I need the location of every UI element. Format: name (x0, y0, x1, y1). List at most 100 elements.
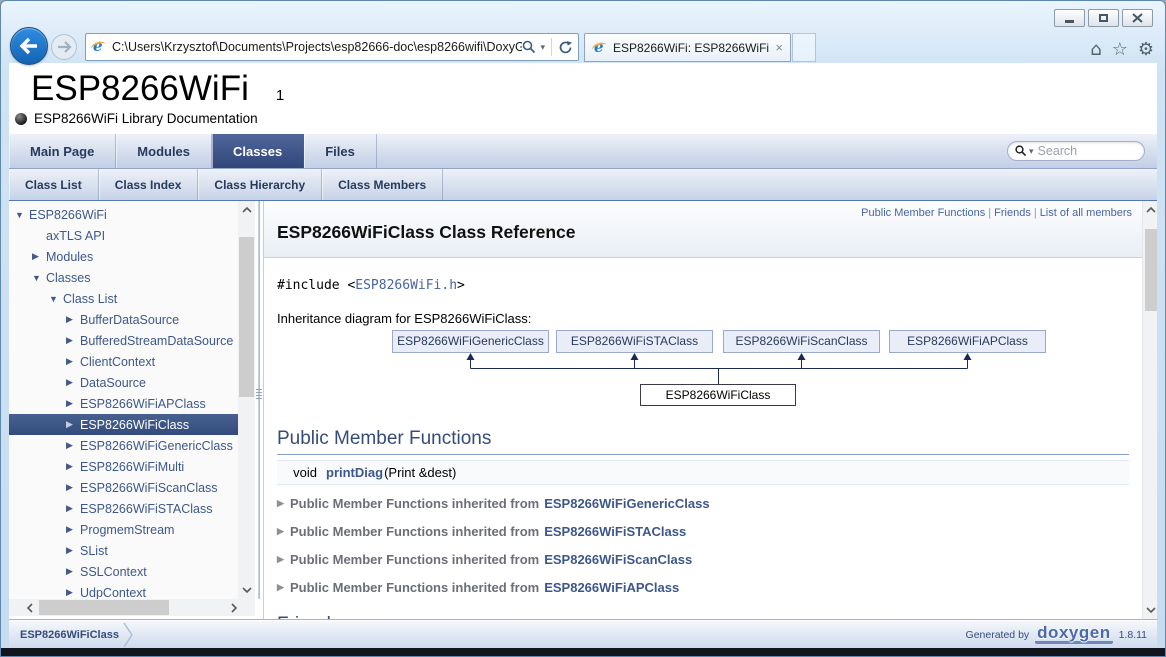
tab-modules[interactable]: Modules (116, 134, 212, 168)
subtab-class-members[interactable]: Class Members (322, 169, 443, 200)
search-icon[interactable] (522, 40, 536, 54)
diagram-node-esp8266wifistaclass[interactable]: ESP8266WiFiSTAClass (556, 330, 713, 353)
tree-item-esp8266wifiscanclass[interactable]: ▶ESP8266WiFiScanClass (9, 477, 238, 498)
tree-item-class-list[interactable]: ▼Class List (9, 288, 238, 309)
summary-link-list-of-all-members[interactable]: List of all members (1040, 207, 1132, 219)
tab-files[interactable]: Files (304, 134, 377, 168)
tree-item-clientcontext[interactable]: ▶ClientContext (9, 351, 238, 372)
expand-icon[interactable]: ▶ (277, 498, 290, 509)
tree-item-bufferdatasource[interactable]: ▶BufferDataSource (9, 309, 238, 330)
summary-link-public-member-functions[interactable]: Public Member Functions (861, 207, 985, 219)
subtab-class-index[interactable]: Class Index (99, 169, 199, 200)
class-link-esp8266wifigenericclass[interactable]: ESP8266WiFiGenericClass (544, 496, 709, 511)
tree-item-esp8266wifiapclass[interactable]: ▶ESP8266WiFiAPClass (9, 393, 238, 414)
close-button[interactable] (1122, 9, 1153, 27)
expand-icon[interactable]: ▶ (66, 335, 80, 346)
collapse-icon[interactable]: ▼ (49, 294, 63, 304)
favorites-star-icon[interactable]: ☆ (1112, 39, 1128, 60)
tree-item-datasource[interactable]: ▶DataSource (9, 372, 238, 393)
tree-item-esp8266wifimulti[interactable]: ▶ESP8266WiFiMulti (9, 456, 238, 477)
class-link-esp8266wifiapclass[interactable]: ESP8266WiFiAPClass (544, 580, 679, 595)
doc-scrollbar-vertical[interactable] (1142, 201, 1157, 619)
diagram-node-esp8266wifiscanclass[interactable]: ESP8266WiFiScanClass (723, 330, 880, 353)
expand-icon[interactable]: ▶ (66, 461, 80, 472)
expand-icon[interactable]: ▶ (66, 440, 80, 451)
summary-link-friends[interactable]: Friends (994, 207, 1031, 219)
sidebar-scrollbar-vertical[interactable] (238, 201, 255, 599)
breadcrumb-item[interactable]: ESP8266WiFiClass (20, 629, 119, 641)
scroll-thumb[interactable] (239, 237, 254, 397)
restore-button[interactable] (1088, 9, 1119, 27)
tree-item-esp8266wifistaclass[interactable]: ▶ESP8266WiFiSTAClass (9, 498, 238, 519)
class-link-esp8266wifiscanclass[interactable]: ESP8266WiFiScanClass (544, 552, 692, 567)
tab-classes[interactable]: Classes (212, 134, 304, 168)
tab-main-page[interactable]: Main Page (9, 134, 116, 168)
search-dropdown-icon[interactable]: ▾ (540, 42, 545, 53)
scroll-left-icon[interactable] (23, 599, 37, 616)
search-filter-caret-icon[interactable]: ▾ (1029, 146, 1034, 157)
diagram-node-esp8266wifiapclass[interactable]: ESP8266WiFiAPClass (889, 330, 1046, 353)
expand-icon[interactable]: ▶ (66, 356, 80, 367)
minimize-button[interactable] (1054, 9, 1085, 27)
subtab-class-list[interactable]: Class List (9, 169, 99, 200)
expand-icon[interactable]: ▶ (66, 566, 80, 577)
browser-tab[interactable]: e ESP8266WiFi: ESP8266WiFi... × (584, 33, 791, 62)
tree-item-esp8266wifigenericclass[interactable]: ▶ESP8266WiFiGenericClass (9, 435, 238, 456)
scroll-thumb[interactable] (1145, 229, 1157, 311)
expand-icon[interactable]: ▶ (66, 524, 80, 535)
expand-icon[interactable]: ▶ (66, 419, 80, 430)
collapse-icon[interactable]: ▼ (32, 273, 46, 283)
tree-item-progmemstream[interactable]: ▶ProgmemStream (9, 519, 238, 540)
doc-search-input[interactable] (1036, 143, 1137, 159)
expand-icon[interactable]: ▶ (66, 587, 80, 598)
expand-icon[interactable]: ▶ (66, 377, 80, 388)
address-bar[interactable]: e C:\Users\Krzysztof\Documents\Projects\… (85, 33, 579, 61)
tree-item-esp8266wifi[interactable]: ▼ESP8266WiFi (9, 204, 238, 225)
url-text[interactable]: C:\Users\Krzysztof\Documents\Projects\es… (112, 40, 522, 54)
splitter-grip-icon[interactable] (256, 389, 262, 399)
new-tab-button[interactable] (792, 33, 816, 62)
diagram-node-current-class[interactable]: ESP8266WiFiClass (640, 384, 796, 406)
class-link-esp8266wifistaclass[interactable]: ESP8266WiFiSTAClass (544, 524, 686, 539)
diagram-node-esp8266wifigenericclass[interactable]: ESP8266WiFiGenericClass (392, 330, 549, 353)
inherited-header-esp8266wifiapclass[interactable]: ▶Public Member Functions inherited fromE… (277, 577, 1129, 598)
inherited-header-esp8266wifiscanclass[interactable]: ▶Public Member Functions inherited fromE… (277, 549, 1129, 570)
expand-icon[interactable]: ▶ (66, 503, 80, 514)
tab-close-icon[interactable]: × (769, 40, 783, 55)
scroll-down-icon[interactable] (1143, 603, 1157, 617)
forward-button[interactable] (51, 34, 77, 60)
inherited-header-esp8266wifistaclass[interactable]: ▶Public Member Functions inherited fromE… (277, 521, 1129, 542)
scroll-up-icon[interactable] (238, 203, 255, 217)
tree-item-modules[interactable]: ▶Modules (9, 246, 238, 267)
expand-icon[interactable]: ▶ (277, 554, 290, 565)
tree-item-classes[interactable]: ▼Classes (9, 267, 238, 288)
scroll-down-icon[interactable] (238, 583, 255, 597)
expand-icon[interactable]: ▶ (66, 482, 80, 493)
doc-search-box[interactable]: ▾ (1007, 141, 1145, 161)
splitter[interactable] (255, 201, 263, 599)
breadcrumb[interactable]: ESP8266WiFiClass (9, 622, 134, 648)
settings-gear-icon[interactable]: ⚙ (1138, 39, 1154, 60)
expand-icon[interactable]: ▶ (32, 251, 46, 262)
member-name-link[interactable]: printDiag (326, 465, 383, 480)
expand-icon[interactable]: ▶ (66, 545, 80, 556)
tree-item-sslcontext[interactable]: ▶SSLContext (9, 561, 238, 582)
scroll-right-icon[interactable] (227, 599, 241, 616)
tree-item-bufferedstreamdatasource[interactable]: ▶BufferedStreamDataSource (9, 330, 238, 351)
scroll-thumb[interactable] (39, 600, 169, 615)
tree-item-axtls-api[interactable]: axTLS API (9, 225, 238, 246)
refresh-icon[interactable] (558, 40, 573, 55)
home-icon[interactable]: ⌂ (1090, 39, 1101, 60)
expand-icon[interactable]: ▶ (277, 526, 290, 537)
expand-icon[interactable]: ▶ (66, 314, 80, 325)
back-button[interactable] (10, 27, 48, 65)
inherited-header-esp8266wifigenericclass[interactable]: ▶Public Member Functions inherited fromE… (277, 493, 1129, 514)
tree-item-udpcontext[interactable]: ▶UdpContext (9, 582, 238, 599)
subtab-class-hierarchy[interactable]: Class Hierarchy (198, 169, 322, 200)
tree-item-esp8266wificlass[interactable]: ▶ESP8266WiFiClass (9, 414, 238, 435)
collapse-icon[interactable]: ▼ (15, 210, 29, 220)
doxygen-logo[interactable]: doxygen (1035, 626, 1112, 644)
expand-icon[interactable]: ▶ (66, 398, 80, 409)
expand-icon[interactable]: ▶ (277, 582, 290, 593)
include-file-link[interactable]: ESP8266WiFi.h (355, 278, 457, 293)
